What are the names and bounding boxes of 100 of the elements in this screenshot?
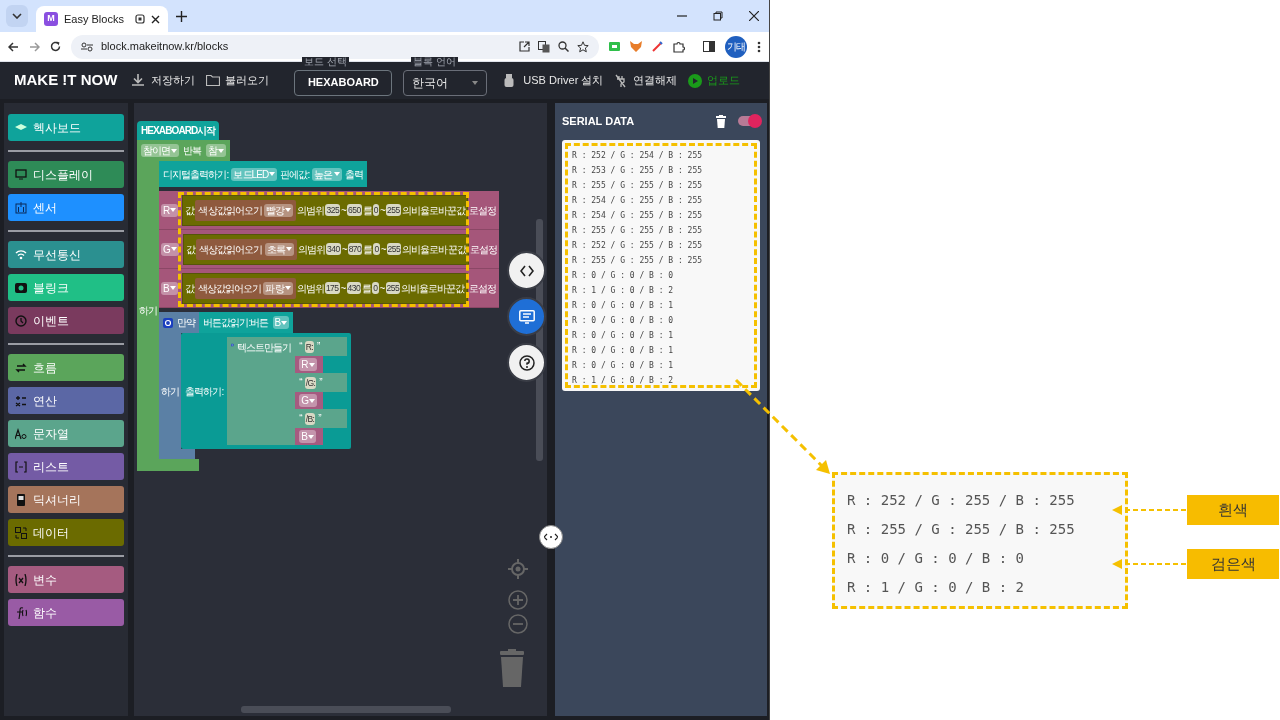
- map-value-block[interactable]: 값 색상값 읽어오기 빨강 의 범위 325 ~ 650 를 0 ~ 255 의 비율로 바꾼 값: [182, 194, 469, 226]
- log-line: R : 0 / G : 0 / B : 1: [572, 329, 675, 342]
- block-label: 로 설정: [469, 203, 497, 218]
- value-field[interactable]: 0: [372, 282, 379, 294]
- map-value-block[interactable]: 값 색상값 읽어오기 초록 의 범위 340 ~ 870 를 0 ~ 255 의 비율로 바꾼 값: [182, 233, 469, 265]
- value-field[interactable]: 0: [373, 243, 380, 255]
- category-button[interactable]: 데이터: [8, 519, 124, 546]
- map-value-block[interactable]: 값 색상값 읽어오기 파랑 의 범위 175 ~ 430 를 0 ~ 255 의 비율로 바꾼 값: [181, 272, 468, 304]
- browser-tab[interactable]: M Easy Blocks: [36, 6, 168, 32]
- quote-mark: “: [299, 376, 302, 390]
- text-block[interactable]: “ R : ”: [295, 337, 348, 356]
- field-legend: 블록 언어: [411, 56, 459, 67]
- play-icon: [688, 73, 703, 88]
- wifi-icon: [15, 248, 27, 261]
- quote-mark: “: [299, 340, 302, 354]
- category-button[interactable]: 센서: [8, 194, 124, 221]
- clock-icon: [15, 314, 27, 327]
- forward-icon[interactable]: [29, 41, 40, 52]
- category-button[interactable]: 디스플레이: [8, 161, 124, 188]
- text-join-block[interactable]: 텍스트 만들기: [227, 337, 296, 445]
- set-variable-block[interactable]: B 값 색상값 읽어오기 파랑 의 범위 175 ~ 430 를 0 ~ 255 의 비율로 바꾼 값 로 설정: [159, 269, 499, 308]
- block-label: 로 설정: [468, 281, 496, 296]
- profile-avatar[interactable]: 기태: [725, 35, 747, 58]
- toolbar-button[interactable]: USB Driver 설치: [504, 72, 604, 89]
- category-button[interactable]: 무선통신: [8, 241, 124, 268]
- color-sensor-block[interactable]: 색상값 읽어오기 초록: [196, 238, 297, 260]
- zoom-icon[interactable]: [558, 41, 569, 52]
- back-icon[interactable]: [8, 41, 19, 52]
- value-field[interactable]: 325: [325, 204, 341, 216]
- text-field[interactable]: / G :: [304, 376, 317, 389]
- folder-icon: [206, 74, 221, 87]
- text-block[interactable]: “ / G : ”: [295, 373, 348, 392]
- text-block[interactable]: “ / B : ”: [295, 409, 348, 428]
- quote-mark: ”: [317, 340, 320, 354]
- restore-icon[interactable]: [713, 11, 723, 21]
- caret-icon: [285, 208, 292, 212]
- scrollbar[interactable]: [241, 706, 451, 713]
- new-tab-icon[interactable]: [176, 10, 187, 22]
- language-select[interactable]: 한국어: [403, 69, 488, 96]
- block-label: 디지털 출력하기:: [163, 167, 229, 182]
- toolbar-button[interactable]: 저장하기: [132, 72, 196, 89]
- value-field[interactable]: 255: [386, 243, 402, 255]
- category-button[interactable]: 함수: [8, 599, 124, 626]
- puzzle-icon[interactable]: [673, 40, 685, 53]
- value-field[interactable]: 255: [385, 282, 401, 294]
- quote-mark: “: [299, 412, 302, 426]
- loop-icon: [15, 361, 27, 374]
- code-icon: [519, 264, 534, 277]
- category-button[interactable]: 변수: [8, 566, 124, 593]
- value-field[interactable]: 255: [386, 204, 401, 216]
- sidebar-icon[interactable]: [703, 41, 715, 52]
- monitor-icon: [15, 168, 27, 181]
- toolbar-button[interactable]: 업로드: [688, 72, 741, 89]
- color-sensor-block[interactable]: 색상값 읽어오기 빨강: [195, 199, 297, 221]
- start-block[interactable]: HEXABOARD 시작: [137, 121, 220, 140]
- translate-icon[interactable]: [538, 40, 550, 53]
- reload-icon[interactable]: [50, 41, 61, 52]
- toolbar-button[interactable]: 불러오기: [206, 72, 270, 89]
- category-button[interactable]: 리스트: [8, 453, 124, 480]
- value-field[interactable]: 430: [346, 282, 362, 294]
- trash-icon[interactable]: [716, 114, 726, 128]
- value-field[interactable]: 650: [347, 204, 362, 216]
- menu-icon[interactable]: [757, 40, 761, 53]
- caret-icon: [472, 80, 479, 85]
- category-button[interactable]: 헥사보드: [8, 114, 124, 141]
- text-field[interactable]: R :: [304, 340, 315, 353]
- value-field[interactable]: 870: [347, 243, 363, 255]
- address-bar[interactable]: block.makeitnow.kr/blocks: [71, 34, 599, 59]
- set-variable-block[interactable]: R 값 색상값 읽어오기 빨강 의 범위 325 ~ 650 를 0 ~ 255 의 비율로 바꾼 값 로 설정: [159, 191, 499, 230]
- help-icon: [518, 354, 535, 371]
- log-line: R : 252 / G : 255 / B : 255: [572, 239, 704, 252]
- log-line: R : 0 / G : 0 / B : 0: [572, 269, 675, 282]
- toolbar-button[interactable]: 연결해제: [614, 72, 678, 89]
- value-field[interactable]: 175: [324, 282, 340, 294]
- category-button[interactable]: 흐름: [8, 354, 124, 381]
- download-icon: [132, 74, 147, 87]
- text-field[interactable]: / B :: [304, 412, 316, 425]
- tab-list-button[interactable]: [6, 5, 28, 27]
- if-block[interactable]: 만약: [159, 312, 200, 333]
- block-label: 출력: [344, 167, 363, 182]
- book-icon: [15, 493, 27, 506]
- star-icon[interactable]: [577, 40, 589, 53]
- category-button[interactable]: 딕셔너리: [8, 486, 124, 513]
- share-icon[interactable]: [519, 41, 530, 52]
- pen-icon[interactable]: [652, 41, 663, 52]
- fox-icon[interactable]: [630, 41, 642, 52]
- board-select[interactable]: HEXABOARD: [294, 69, 393, 96]
- close-icon[interactable]: [749, 11, 759, 21]
- value-field[interactable]: 0: [372, 204, 380, 216]
- toggle-switch[interactable]: [738, 116, 760, 127]
- category-button[interactable]: 문자열: [8, 420, 124, 447]
- category-button[interactable]: 이벤트: [8, 307, 124, 334]
- button-read-block[interactable]: 버튼값 읽기: 버튼 B: [199, 312, 294, 333]
- category-button[interactable]: 연산: [8, 387, 124, 414]
- set-variable-block[interactable]: G 값 색상값 읽어오기 초록 의 범위 340 ~ 870 를 0 ~ 255 의 비율로 바꾼 값 로 설정: [159, 230, 499, 269]
- close-icon[interactable]: [151, 14, 160, 24]
- color-sensor-block[interactable]: 색상값 읽어오기 파랑: [194, 277, 296, 299]
- log-line: R : 0 / G : 0 / B : 0: [847, 549, 1025, 568]
- print-block[interactable]: 출력하기: 텍스트 만들기 “ R : ” R “ / G : ” G “ / B : ” B: [181, 333, 352, 449]
- value-field[interactable]: 340: [326, 243, 341, 255]
